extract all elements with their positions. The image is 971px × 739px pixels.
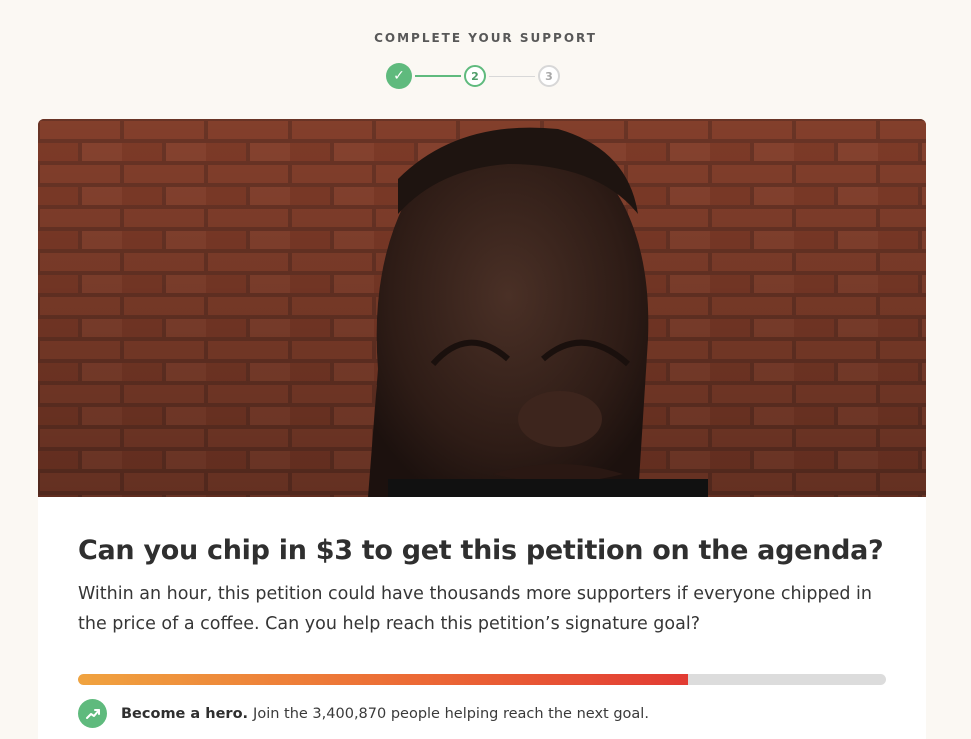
hero-supporters-text: Join the 3,400,870 people helping reach … <box>253 705 649 722</box>
card-description: Within an hour, this petition could have… <box>78 584 873 634</box>
portrait-photo-image <box>38 119 926 497</box>
card-content: Can you chip in $3 to get this petition … <box>78 533 888 639</box>
trending-up-icon-glyph <box>85 708 100 719</box>
support-card: Can you chip in $3 to get this petition … <box>38 119 926 739</box>
step-connector-1 <box>415 75 461 77</box>
step-3-number: 3 <box>545 69 553 83</box>
step-1-complete: ✓ <box>386 63 412 89</box>
step-3-upcoming: 3 <box>538 65 560 87</box>
signature-progress-bar <box>78 674 886 685</box>
become-hero-message: Become a hero. Join the 3,400,870 people… <box>78 699 649 728</box>
stepper-title: COMPLETE YOUR SUPPORT <box>374 31 597 45</box>
card-headline: Can you chip in $3 to get this petition … <box>78 535 884 566</box>
hero-strong-text: Become a hero. <box>121 705 249 722</box>
signature-progress-fill <box>78 674 689 685</box>
checkmark-icon: ✓ <box>393 68 405 84</box>
step-connector-2 <box>489 75 535 77</box>
support-stepper: COMPLETE YOUR SUPPORT ✓ 2 3 <box>0 0 971 118</box>
step-2-current: 2 <box>464 65 486 87</box>
trending-up-icon <box>78 699 107 728</box>
petition-photo <box>38 119 926 497</box>
step-2-number: 2 <box>471 69 479 83</box>
stepper-steps: ✓ 2 3 <box>386 63 560 89</box>
